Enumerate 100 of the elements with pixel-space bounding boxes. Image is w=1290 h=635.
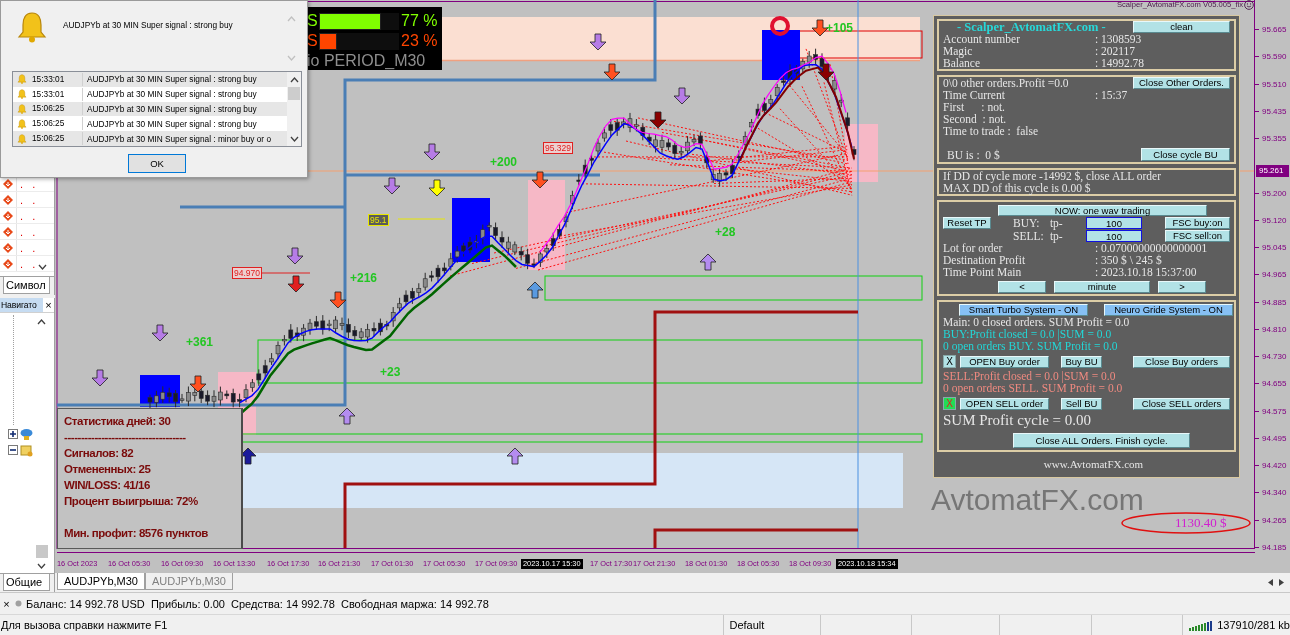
drawdown-line: If DD of cycle more -14992 $, close ALL order: [943, 170, 1162, 182]
system-toggle-button[interactable]: Smart Turbo System - ON: [959, 304, 1088, 316]
clean-button[interactable]: clean: [1133, 21, 1230, 33]
price-tag: 95.329: [543, 142, 573, 154]
down-arrow-icon: [329, 291, 347, 309]
chevron-down-icon[interactable]: [289, 136, 299, 142]
bell-icon: [17, 74, 27, 85]
tp-input[interactable]: 100: [1086, 217, 1142, 229]
price-text: . .: [19, 224, 36, 239]
up-arrow-icon: [338, 407, 356, 425]
diamond-icon: [3, 226, 13, 237]
chevron-down-icon: [287, 55, 296, 61]
scroll-thumb[interactable]: [288, 87, 300, 100]
profit-label: +361: [186, 336, 214, 349]
brand-label: AvtomatFX.com: [931, 483, 1144, 517]
mode-button[interactable]: NOW: one wav trading: [998, 204, 1207, 216]
price-axis-label: 95.665: [1255, 24, 1287, 35]
order-status-line: 0 open orders BUY. SUM Profit = 0.0: [943, 340, 1119, 352]
period-text: io PERIOD_M30: [307, 52, 427, 70]
chevron-down-icon[interactable]: [37, 563, 46, 569]
sidebar-tab[interactable]: Общие: [3, 574, 50, 591]
signal-percent: 23 %: [401, 32, 438, 50]
order-status-line: BUY:Profit closed = 0.0 |SUM = 0.0: [943, 328, 1113, 340]
price-axis-label: 94.185: [1255, 541, 1287, 553]
time-step-button[interactable]: >: [1158, 281, 1206, 293]
info-line: First : not.: [943, 101, 1005, 113]
down-arrow-icon: [428, 179, 446, 197]
alert-text: AUDJPYb at 30 MIN Super signal : minor buy or o: [86, 133, 271, 144]
close-cycle-button[interactable]: Close cycle BU: [1141, 148, 1230, 161]
scroll-icon: [20, 443, 33, 457]
scroll-left-icon[interactable]: [1268, 579, 1273, 586]
fsc-button[interactable]: FSC sell:on: [1165, 230, 1230, 242]
bell-icon: [17, 104, 27, 114]
close-orders-button[interactable]: Close SELL orders: [1133, 397, 1230, 410]
bu-status: BU is : 0 $: [947, 148, 1000, 161]
price-axis-label: 95.120: [1255, 214, 1287, 226]
alert-time: 15:33:01: [31, 87, 83, 101]
collapse-icon[interactable]: [8, 445, 18, 455]
price-axis-label: 95.590: [1255, 51, 1287, 63]
order-toggle-button[interactable]: X: [943, 355, 956, 368]
scroll-right-icon[interactable]: [1279, 579, 1284, 586]
bell-icon: [16, 11, 48, 43]
price-axis-label: 94.495: [1255, 432, 1287, 444]
expand-icon[interactable]: [8, 429, 18, 439]
bell-icon: [17, 118, 27, 129]
diamond-icon: [3, 210, 13, 221]
chevron-down-icon[interactable]: [38, 264, 47, 270]
profit-label: +216: [350, 272, 378, 285]
fsc-button[interactable]: FSC buy:on: [1165, 217, 1230, 229]
website-link[interactable]: www.AvtomatFX.com: [1043, 458, 1144, 471]
breakeven-button[interactable]: Buy BU: [1061, 355, 1102, 368]
tp-input[interactable]: 100: [1086, 230, 1142, 242]
diamond-icon: [3, 242, 13, 253]
close-all-button[interactable]: Close ALL Orders. Finish cycle.: [1013, 433, 1190, 448]
sidebar-tab[interactable]: Символ: [3, 277, 50, 294]
alert-text: AUDJPYb at 30 MIN Super signal : strong buy: [86, 89, 257, 100]
price-axis-label: 95.045: [1255, 242, 1287, 254]
alert-time: 15:06:25: [31, 102, 83, 116]
down-arrow-icon: [189, 375, 207, 393]
down-arrow-icon: [91, 369, 109, 387]
info-line: Balance : 14992.78: [943, 57, 1145, 69]
scroll-thumb[interactable]: [35, 545, 48, 558]
current-price-label: 95.261: [1256, 165, 1289, 177]
diamond-icon: [3, 178, 13, 189]
signal-letter: S: [307, 32, 319, 50]
price-axis-label: 94.885: [1255, 296, 1287, 308]
price-tag: 95.1: [368, 214, 389, 226]
close-button[interactable]: ×: [2, 597, 11, 610]
up-arrow-icon: [506, 447, 524, 465]
stats-line: Сигналов: 82: [64, 446, 135, 461]
summary-line: Main: 0 closed orders. SUM Profit = 0.0: [943, 316, 1131, 328]
close-other-orders-button[interactable]: Close Other Orders.: [1133, 77, 1230, 89]
down-arrow-icon: [589, 33, 607, 51]
price-axis-label: 94.575: [1255, 405, 1287, 417]
breakeven-button[interactable]: Sell BU: [1061, 397, 1102, 410]
down-arrow-icon: [286, 247, 304, 265]
cycle-profit: SUM Profit cycle = 0.00: [943, 412, 1093, 428]
stats-line: WIN/LOSS: 41/16: [64, 478, 151, 493]
info-line: Time Point Main : 2023.10.18 15:37:00: [943, 266, 1197, 278]
close-orders-button[interactable]: Close Buy orders: [1133, 355, 1230, 368]
open-order-button[interactable]: OPEN Buy order: [960, 355, 1049, 368]
alert-time: 15:06:25: [31, 132, 83, 146]
chevron-up-icon[interactable]: [289, 77, 299, 83]
status-dot-icon: [15, 600, 22, 607]
reset-tp-button[interactable]: Reset TP: [943, 217, 991, 229]
price-axis-label: 94.730: [1255, 351, 1287, 363]
time-step-button[interactable]: <: [998, 281, 1046, 293]
info-line: Account number : 1308593: [943, 33, 1142, 45]
chart-tab[interactable]: AUDJPYb,M30: [145, 573, 233, 590]
panel-title: Навигато: [0, 298, 43, 312]
info-line: Lot for order : 0.07000000000000001: [943, 242, 1208, 254]
up-arrow-icon: [526, 281, 544, 299]
drawdown-line: MAX DD of this cycle is 0.00 $: [943, 182, 1092, 194]
system-toggle-button[interactable]: Neuro Gride System - ON: [1104, 304, 1233, 316]
connection-bars-icon: [1189, 619, 1214, 631]
chart-tab[interactable]: AUDJPYb,M30: [57, 573, 145, 590]
open-order-button[interactable]: OPEN SELL order: [960, 397, 1049, 410]
time-step-button[interactable]: minute: [1054, 281, 1150, 293]
ok-button[interactable]: OK: [128, 154, 186, 173]
chevron-up-icon[interactable]: [37, 319, 46, 325]
